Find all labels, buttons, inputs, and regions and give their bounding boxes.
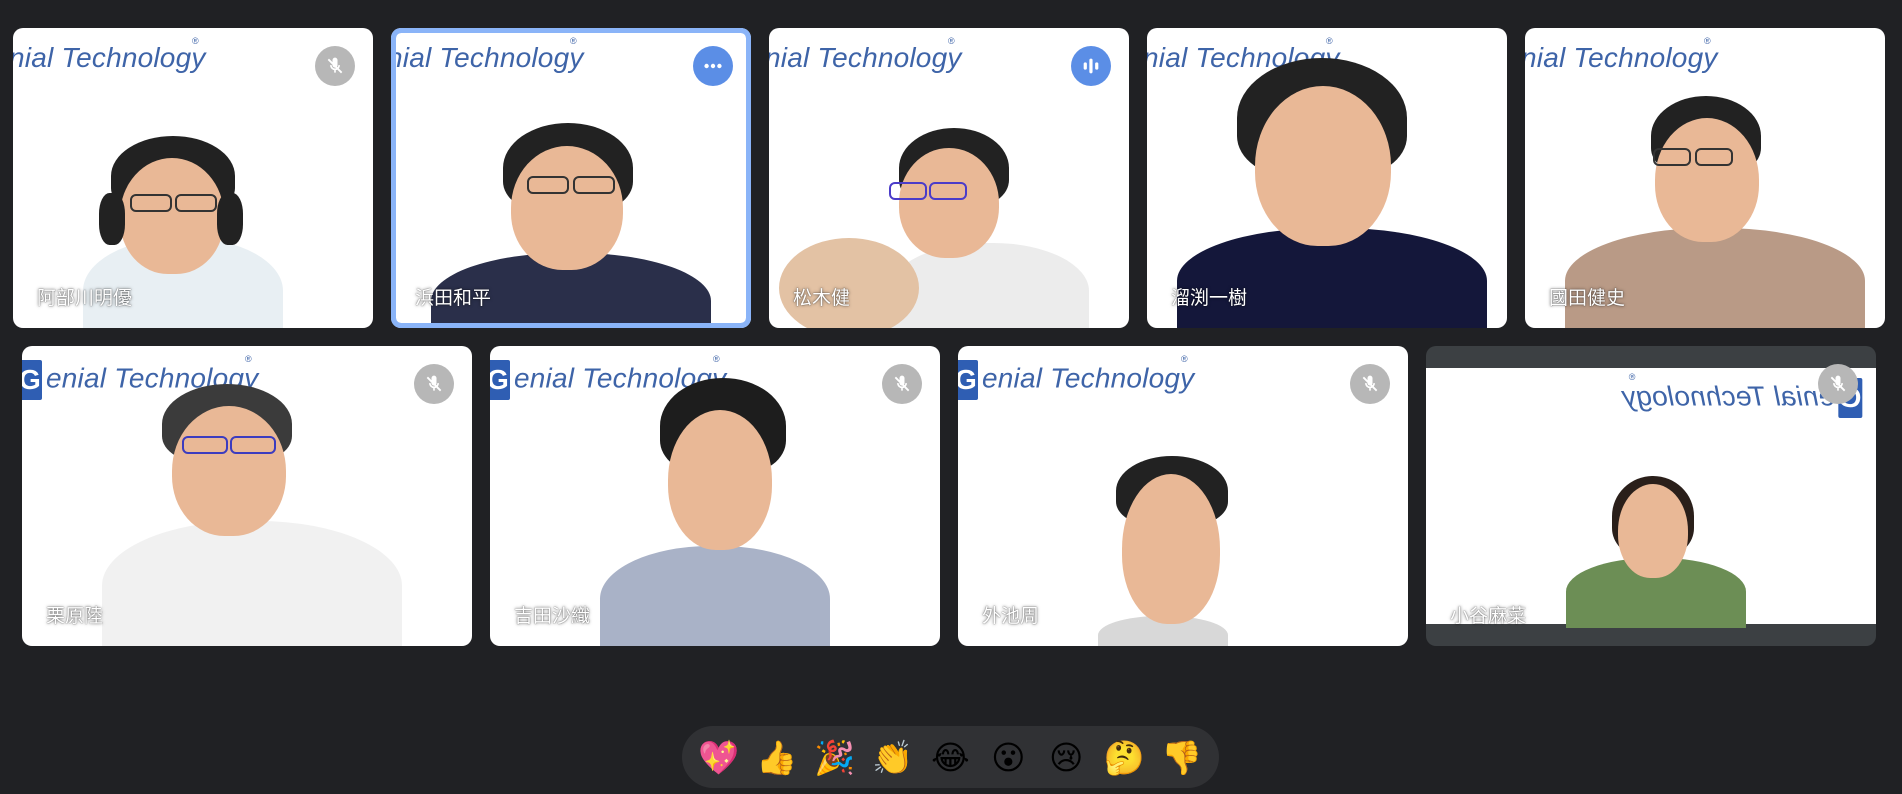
participant-tile[interactable]: Genial Technology ® 栗原陸 — [22, 346, 472, 646]
surprised-face-icon[interactable]: 😮 — [982, 741, 1034, 774]
brand-text: nial Technology — [391, 42, 584, 73]
sparkling-heart-icon[interactable]: 💖 — [693, 741, 745, 774]
brand-reg-mark: ® — [245, 354, 252, 364]
participant-tile[interactable]: nial Technology ® 溜渕一樹 — [1147, 28, 1507, 328]
brand-text: nial Technology — [13, 42, 206, 73]
background-brand-logo: nial Technology ® — [769, 36, 962, 74]
participant-tile[interactable]: Genial Technology ® 外池周 — [958, 346, 1408, 646]
brand-mark: G — [490, 360, 510, 400]
party-popper-icon[interactable]: 🎉 — [809, 741, 861, 774]
brand-text: nial Technology — [1525, 42, 1718, 73]
thinking-face-icon[interactable]: 🤔 — [1098, 741, 1150, 774]
brand-reg-mark: ® — [1704, 36, 1711, 46]
mic-off-icon[interactable] — [315, 46, 355, 86]
participant-name: 吉田沙織 — [514, 605, 591, 627]
mic-off-icon[interactable] — [1350, 364, 1390, 404]
thumbs-up-icon[interactable]: 👍 — [751, 741, 803, 774]
participant-tile[interactable]: Genial Technology ® 吉田沙織 — [490, 346, 940, 646]
brand-mark: G — [958, 360, 978, 400]
participant-tile[interactable]: Genial Technology® 小谷麻菜 — [1426, 346, 1876, 646]
participant-name: 浜田和平 — [415, 287, 492, 309]
brand-text: nial Technology — [769, 42, 962, 73]
audio-level-icon — [1071, 46, 1111, 86]
brand-reg-mark: ® — [1326, 36, 1333, 46]
mic-off-icon[interactable] — [414, 364, 454, 404]
crying-face-icon[interactable]: 😢 — [1040, 741, 1092, 774]
background-brand-logo: nial Technology ® — [391, 36, 584, 74]
participant-tile[interactable]: nial Technology ® 阿部川明優 — [13, 28, 373, 328]
reaction-bar: 💖 👍 🎉 👏 😂 😮 😢 🤔 👎 — [682, 726, 1219, 788]
participant-name: 國田健史 — [1549, 287, 1626, 309]
participant-name: 小谷麻菜 — [1450, 605, 1527, 627]
brand-reg-mark: ® — [1628, 372, 1635, 382]
more-options-icon[interactable] — [693, 46, 733, 86]
participant-name: 溜渕一樹 — [1171, 287, 1248, 309]
background-brand-logo: Genial Technology® — [958, 354, 1195, 400]
participant-name: 栗原陸 — [46, 605, 104, 627]
mirrored-video-frame: Genial Technology® — [1426, 368, 1876, 628]
participant-name: 外池周 — [982, 605, 1040, 627]
mic-off-icon[interactable] — [882, 364, 922, 404]
participant-name: 阿部川明優 — [37, 287, 133, 309]
participant-tile[interactable]: nial Technology ® 松木健 — [769, 28, 1129, 328]
participant-tile[interactable]: nial Technology ® 國田健史 — [1525, 28, 1885, 328]
background-brand-logo: nial Technology ® — [1525, 36, 1718, 74]
mic-off-icon[interactable] — [1818, 364, 1858, 404]
brand-reg-mark: ® — [570, 36, 577, 46]
brand-text: enial Technology — [982, 362, 1195, 394]
brand-mark: G — [22, 360, 42, 400]
brand-reg-mark: ® — [948, 36, 955, 46]
thumbs-down-icon[interactable]: 👎 — [1156, 741, 1208, 774]
brand-reg-mark: ® — [1181, 354, 1188, 364]
brand-reg-mark: ® — [713, 354, 720, 364]
brand-reg-mark: ® — [192, 36, 199, 46]
brand-text: enial Technology — [1621, 380, 1834, 412]
participant-name: 松木健 — [793, 287, 851, 309]
tears-of-joy-icon[interactable]: 😂 — [924, 741, 976, 774]
background-brand-logo: nial Technology ® — [13, 36, 206, 74]
clapping-hands-icon[interactable]: 👏 — [867, 741, 919, 774]
participant-tile-active[interactable]: nial Technology ® 浜田和平 — [391, 28, 751, 328]
